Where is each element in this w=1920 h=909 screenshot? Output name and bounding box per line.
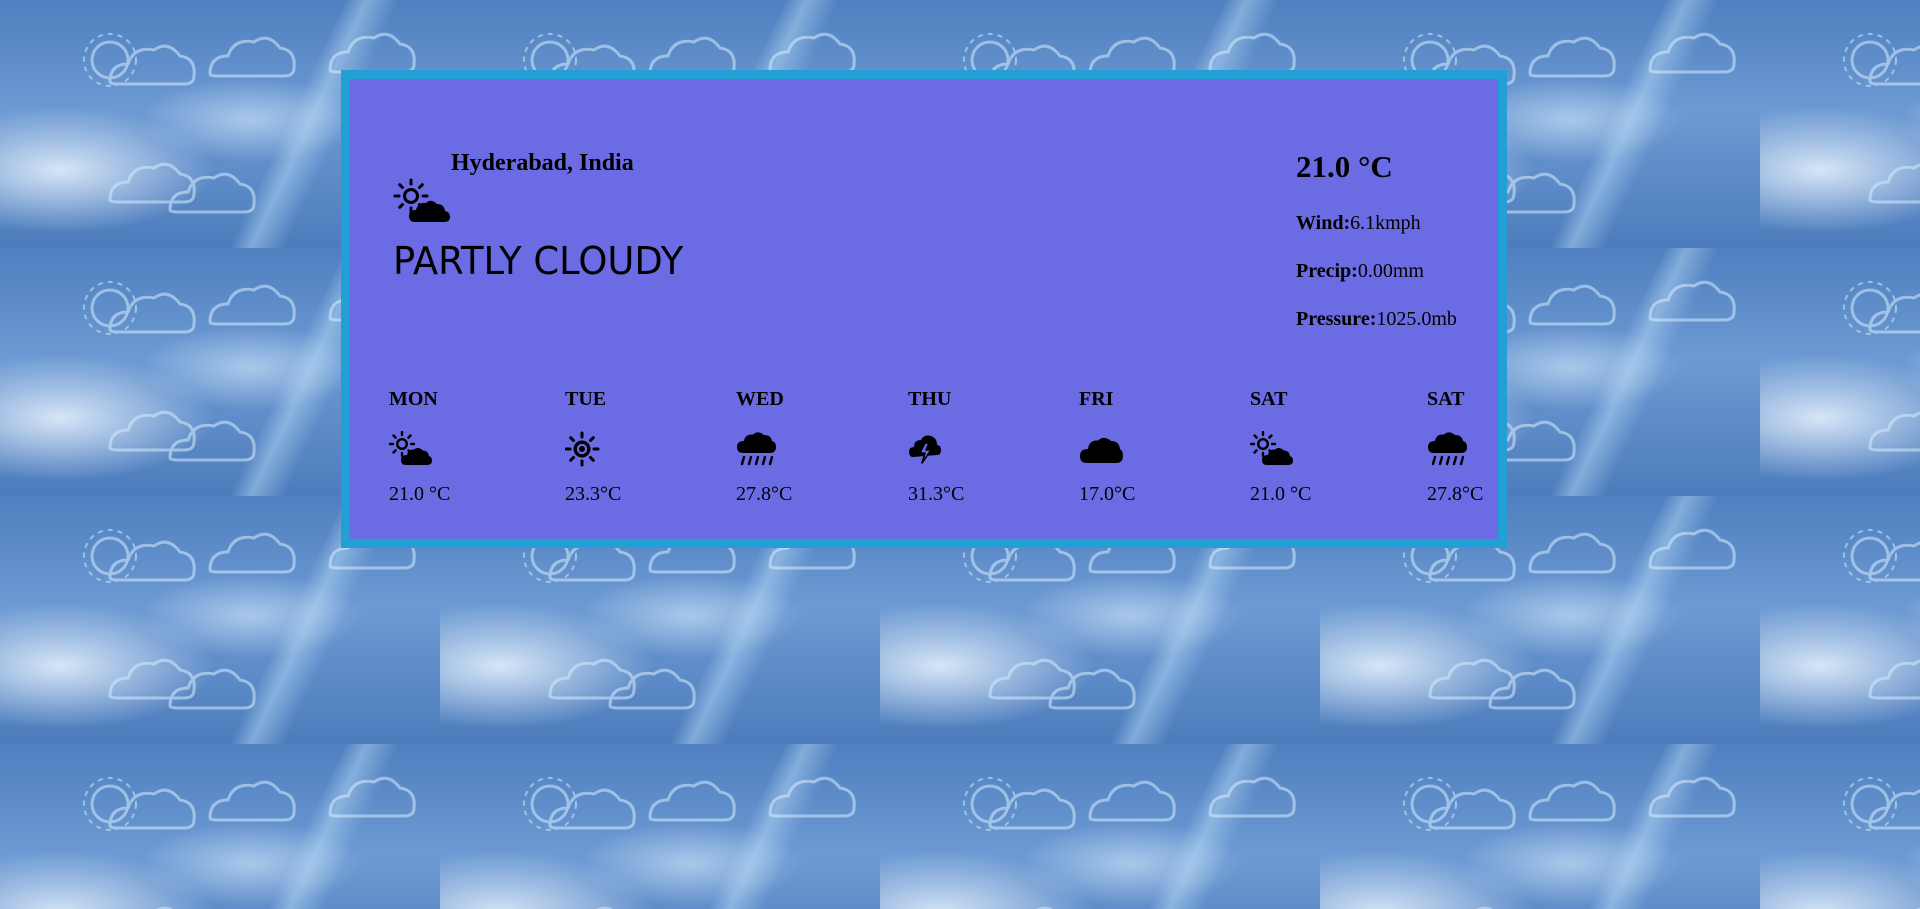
weather-card: Hyderabad, India PARTLY CLOUDY 21.0 °C W…	[341, 70, 1507, 548]
partly-cloudy-icon	[1250, 431, 1293, 465]
forecast-day-temperature: 27.8°C	[1427, 483, 1484, 505]
pressure-label: Pressure:	[1296, 308, 1377, 330]
partly-cloudy-icon	[389, 431, 432, 465]
forecast-day-temperature: 17.0°C	[1079, 483, 1136, 505]
forecast-day-name: MON	[389, 388, 438, 410]
wind-stat: Wind:6.1kmph	[1296, 211, 1496, 235]
partly-cloudy-icon	[393, 178, 450, 222]
rain-icon	[737, 432, 776, 466]
forecast-day-name: SAT	[1250, 388, 1288, 410]
location-title: Hyderabad, India	[451, 150, 634, 176]
precip-label: Precip:	[1296, 260, 1358, 282]
weather-app-page: { "location": "Hyderabad, India", "curre…	[0, 0, 1920, 909]
forecast-day-temperature: 23.3°C	[565, 483, 622, 505]
forecast-day: SAT 21.0 °C	[1250, 387, 1370, 506]
forecast-row: MON 21.0 °C TUE 23.3°C WED 27.8°C THU 31…	[389, 387, 1489, 517]
thunderstorm-icon	[909, 435, 941, 464]
forecast-day: SAT 27.8°C	[1427, 387, 1547, 506]
forecast-day: TUE 23.3°C	[565, 387, 685, 506]
precip-value: 0.00mm	[1357, 260, 1424, 282]
forecast-day-temperature: 21.0 °C	[389, 483, 451, 505]
forecast-day-name: THU	[908, 388, 952, 410]
cloud-icon	[1080, 437, 1123, 463]
forecast-day-name: SAT	[1427, 388, 1465, 410]
sun-icon	[565, 431, 600, 467]
forecast-day-temperature: 21.0 °C	[1250, 483, 1312, 505]
current-temperature: 21.0 °C	[1296, 149, 1393, 184]
wind-value: 6.1kmph	[1350, 212, 1421, 234]
forecast-day-name: WED	[736, 388, 784, 410]
pressure-stat: Pressure:1025.0mb	[1296, 307, 1496, 331]
forecast-day-name: TUE	[565, 388, 607, 410]
current-condition: PARTLY CLOUDY	[393, 239, 684, 283]
forecast-day: FRI 17.0°C	[1079, 387, 1199, 506]
forecast-day-temperature: 27.8°C	[736, 483, 793, 505]
pressure-value: 1025.0mb	[1376, 308, 1457, 330]
forecast-day: MON 21.0 °C	[389, 387, 509, 506]
forecast-day: WED 27.8°C	[736, 387, 856, 506]
precip-stat: Precip:0.00mm	[1296, 259, 1496, 283]
forecast-day-temperature: 31.3°C	[908, 483, 965, 505]
forecast-day: THU 31.3°C	[908, 387, 1028, 506]
wind-label: Wind:	[1296, 212, 1351, 234]
current-conditions-panel: 21.0 °C Wind:6.1kmph Precip:0.00mm Press…	[1296, 141, 1496, 355]
forecast-day-name: FRI	[1079, 388, 1114, 410]
rain-icon	[1428, 432, 1467, 466]
